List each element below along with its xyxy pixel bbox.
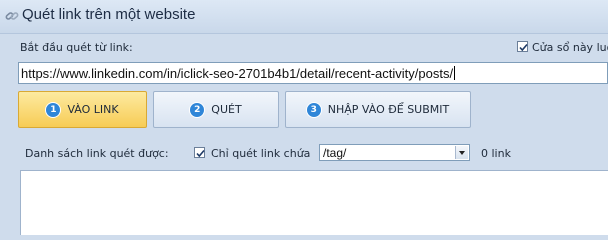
filter-combobox[interactable]: /tag/ <box>319 144 470 161</box>
step-1-button[interactable]: 1 VÀO LINK <box>18 91 147 128</box>
window-option-checkbox[interactable] <box>517 41 528 52</box>
step-2-label: QUÉT <box>211 103 242 116</box>
step-3-button[interactable]: 3 NHẬP VÀO ĐỂ SUBMIT <box>285 91 471 128</box>
step-2-number-icon: 2 <box>190 102 205 117</box>
link-chain-icon <box>4 8 20 24</box>
step-3-label: NHẬP VÀO ĐỂ SUBMIT <box>327 103 450 116</box>
start-link-label: Bắt đầu quét từ link: <box>20 41 133 54</box>
filter-checkbox[interactable] <box>194 147 205 158</box>
scanned-links-list[interactable] <box>20 170 608 235</box>
scan-list-label: Danh sách link quét được: <box>25 147 169 160</box>
start-link-value: https://www.linkedin.com/in/iclick-seo-2… <box>21 66 454 81</box>
window-title: Quét link trên một website <box>22 6 196 23</box>
start-link-input[interactable]: https://www.linkedin.com/in/iclick-seo-2… <box>18 62 608 84</box>
link-count: 0 link <box>481 147 511 160</box>
step-1-number-icon: 1 <box>46 102 61 117</box>
step-2-button[interactable]: 2 QUÉT <box>153 91 279 128</box>
filter-checkbox-label: Chỉ quét link chứa <box>211 147 311 160</box>
window-option-label: Cửa sổ này luô <box>532 41 608 54</box>
text-caret <box>454 66 456 80</box>
chevron-down-icon[interactable] <box>455 146 468 159</box>
title-bar: Quét link trên một website <box>0 0 608 34</box>
step-1-label: VÀO LINK <box>67 103 119 116</box>
filter-combobox-value: /tag/ <box>323 146 347 160</box>
step-3-number-icon: 3 <box>306 102 321 117</box>
